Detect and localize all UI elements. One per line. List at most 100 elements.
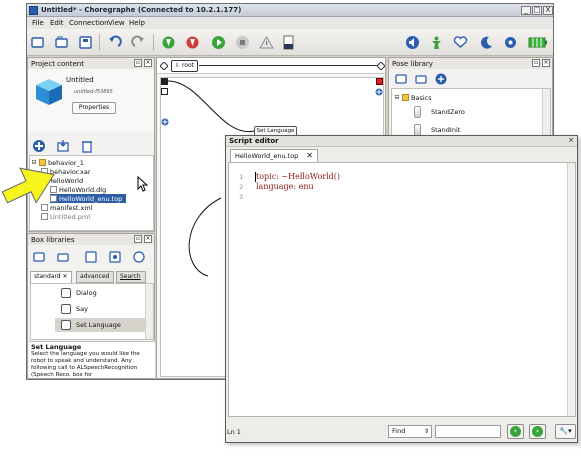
menu-connection[interactable]: Connection [69,19,109,27]
tree-item-helloworld-dlg[interactable]: HelloWorld.dlg [50,185,106,194]
box-item-say[interactable]: Say [61,302,88,316]
project-panel-header: Project content ▫ × [28,58,154,69]
boxlib-panel-title: Box libraries [31,236,75,244]
boxlib-scrollbar[interactable] [145,284,153,339]
maximize-button[interactable]: □ [532,6,542,15]
boxlib-panel-header: Box libraries ▫ × [28,234,154,245]
tree-item-untitled-pml[interactable]: Untitled.pml [41,212,90,221]
add-icon[interactable] [32,139,46,153]
menu-help[interactable]: Help [129,19,145,27]
menu-bar: File Edit Connection View Help [27,17,553,29]
box-item-label: Say [76,305,88,313]
save-icon[interactable] [78,35,93,50]
boxlib-tools [28,246,154,268]
find-previous-button[interactable]: ‹ [507,424,524,439]
menu-view[interactable]: View [108,19,125,27]
file-icon [41,213,48,220]
find-next-button[interactable]: › [529,424,546,439]
close-tab-icon[interactable]: ✕ [63,273,68,280]
box-description: Set Language Select the language you wou… [29,341,155,378]
line-indicator: Ln 1 [227,428,241,436]
app-icon [29,6,38,15]
menu-edit[interactable]: Edit [50,19,64,27]
close-panel-button[interactable]: × [144,235,152,243]
new-pose-icon[interactable] [395,73,407,85]
collapse-icon[interactable]: ⊟ [394,94,400,101]
breadcrumb-label: root [181,62,194,69]
library-settings-icon[interactable] [108,250,122,264]
properties-button[interactable]: Properties [72,102,116,114]
breadcrumb-line [199,65,379,66]
arrow-right-icon: › [532,426,543,437]
moon-icon[interactable] [479,35,494,50]
pose-item-label: StandInit [431,126,461,134]
import-icon[interactable] [56,139,70,153]
editor-file-tab[interactable]: HelloWorld_enu.top ✕ [230,149,318,162]
set-language-icon [61,320,71,330]
stop-icon[interactable] [235,35,250,50]
root-icon: ⇩ [175,62,182,69]
wrench-menu-button[interactable]: 🔧▾ [555,424,576,439]
heart-icon[interactable] [453,35,468,50]
line-number: 1 [239,173,243,181]
close-icon[interactable]: × [567,137,575,145]
pose-group-basics[interactable]: ⊟ Basics [394,93,431,102]
float-panel-button[interactable]: ▫ [134,235,142,243]
tab-advanced[interactable]: advanced [76,271,114,283]
find-input[interactable] [435,425,501,438]
tab-label: advanced [80,273,110,280]
diamond-icon [160,62,168,70]
close-panel-button[interactable]: × [144,59,152,67]
close-window-button[interactable]: X [543,6,553,15]
code-line: topic: ~HelloWorld() [256,172,341,181]
save-library-icon[interactable] [84,250,98,264]
script-editor-title: Script editor [229,137,279,145]
connect-icon[interactable] [161,35,176,50]
find-mode-select[interactable]: Find ⇕ [388,425,432,438]
tree-item-helloworld-enu-top[interactable]: HelloWorld_enu.top [50,194,127,203]
new-icon[interactable] [30,35,45,50]
tree-item-label: Untitled.pml [50,212,91,221]
box-item-dialog[interactable]: Dialog [61,286,97,300]
script-editor-titlebar: Script editor × [226,136,577,147]
float-panel-button[interactable]: ▫ [134,59,142,67]
close-tab-icon[interactable]: ✕ [306,150,313,162]
delete-icon[interactable] [80,139,94,153]
open-icon[interactable] [54,35,69,50]
menu-file[interactable]: File [32,19,44,27]
warning-icon[interactable] [259,35,274,50]
mouse-cursor-icon [137,176,149,192]
close-panel-button[interactable]: × [542,59,550,67]
tab-search[interactable]: Search [116,271,146,283]
open-pose-icon[interactable] [415,73,427,85]
library-edit-icon[interactable] [132,250,146,264]
code-editor[interactable]: 1 2 3 topic: ~HelloWorld() language: enu [228,162,576,417]
tree-item-label: HelloWorld_enu.top [59,194,123,203]
redo-icon[interactable] [131,35,146,50]
pose-item-standzero[interactable]: StandZero [414,105,465,119]
find-mode-label: Find [392,427,406,435]
box-item-label: Dialog [76,289,97,297]
robot-icon[interactable] [429,35,444,50]
code-line: language: enu [256,182,314,191]
volume-icon[interactable] [405,35,420,50]
disconnect-icon[interactable] [185,35,200,50]
open-library-icon[interactable] [56,250,70,264]
minimize-button[interactable]: _ [521,6,531,15]
play-icon[interactable] [211,35,226,50]
editor-scrollbar[interactable] [567,163,575,416]
float-panel-button[interactable]: ▫ [532,59,540,67]
undo-icon[interactable] [107,35,122,50]
new-library-icon[interactable] [32,250,46,264]
breadcrumb-root[interactable]: ⇩ root [171,60,198,72]
settings-icon[interactable] [503,35,518,50]
tab-standard[interactable]: standard ✕ [30,271,72,283]
robot-pose-icon [414,106,421,118]
line-number: 2 [239,183,243,191]
diamond-icon [377,62,385,70]
window-title: Untitled* - Choregraphe (Connected to 10… [41,6,242,14]
box-description-title: Set Language [31,343,82,351]
box-item-set-language[interactable]: Set Language [55,318,150,332]
add-pose-icon[interactable] [435,73,447,85]
speed-slider-icon[interactable] [281,35,296,50]
